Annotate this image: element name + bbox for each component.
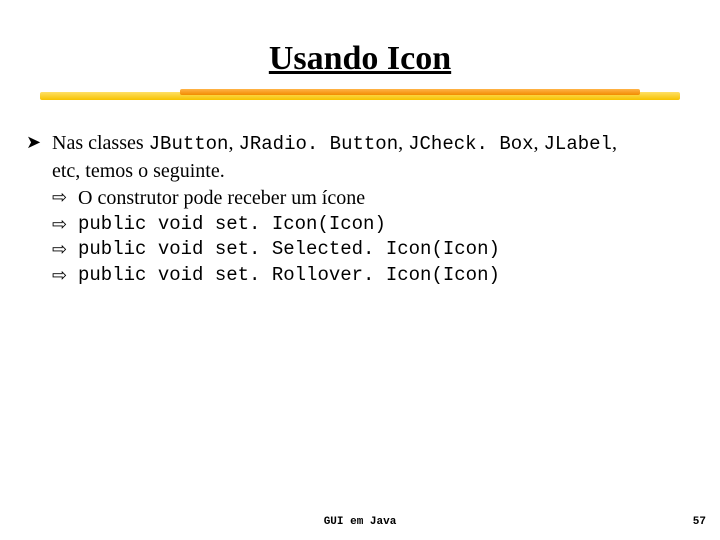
spacer xyxy=(26,158,52,185)
sub-bullet-item-3: ⇨ public void set. Selected. Icon(Icon) xyxy=(26,237,696,263)
sub-bullet-code: public void set. Rollover. Icon(Icon) xyxy=(78,263,500,289)
sub-bullet-text: O construtor pode receber um ícone xyxy=(78,185,365,212)
arrow-bullet-icon: ⇨ xyxy=(52,212,78,238)
text-frag: , xyxy=(534,132,544,154)
text-frag: Nas classes xyxy=(52,132,149,154)
code-frag: JLabel xyxy=(544,133,612,155)
code-frag: JButton xyxy=(149,133,229,155)
arrow-bullet-icon: ⇨ xyxy=(52,185,78,212)
sub-bullet-code: public void set. Icon(Icon) xyxy=(78,212,386,238)
sub-bullet-code: public void set. Selected. Icon(Icon) xyxy=(78,237,500,263)
bullet-text-line2: etc, temos o seguinte. xyxy=(52,158,225,185)
sub-bullet-item-4: ⇨ public void set. Rollover. Icon(Icon) xyxy=(26,263,696,289)
arrow-bullet-icon: ⇨ xyxy=(52,263,78,289)
content-block: ➤ Nas classes JButton, JRadio. Button, J… xyxy=(24,130,696,289)
sub-bullet-item-2: ⇨ public void set. Icon(Icon) xyxy=(26,212,696,238)
page-number: 57 xyxy=(693,516,706,528)
text-frag: , xyxy=(228,132,238,154)
underline-orange-bar xyxy=(180,89,640,95)
sub-bullet-item-1: ⇨ O construtor pode receber um ícone xyxy=(26,185,696,212)
footer-center-label: GUI em Java xyxy=(0,516,720,528)
bullet-text-line1: Nas classes JButton, JRadio. Button, JCh… xyxy=(52,130,617,158)
arrow-bullet-icon: ⇨ xyxy=(52,237,78,263)
bullet-item-main-cont: etc, temos o seguinte. xyxy=(26,158,696,185)
code-frag: JRadio. Button xyxy=(238,133,398,155)
slide-title: Usando Icon xyxy=(24,40,696,78)
text-frag: , xyxy=(398,132,408,154)
code-frag: JCheck. Box xyxy=(408,133,533,155)
slide: Usando Icon ➤ Nas classes JButton, JRadi… xyxy=(0,0,720,540)
text-frag: , xyxy=(612,132,617,154)
bullet-item-main: ➤ Nas classes JButton, JRadio. Button, J… xyxy=(26,130,696,158)
title-underline-decoration xyxy=(40,86,680,104)
triangle-bullet-icon: ➤ xyxy=(26,130,52,158)
